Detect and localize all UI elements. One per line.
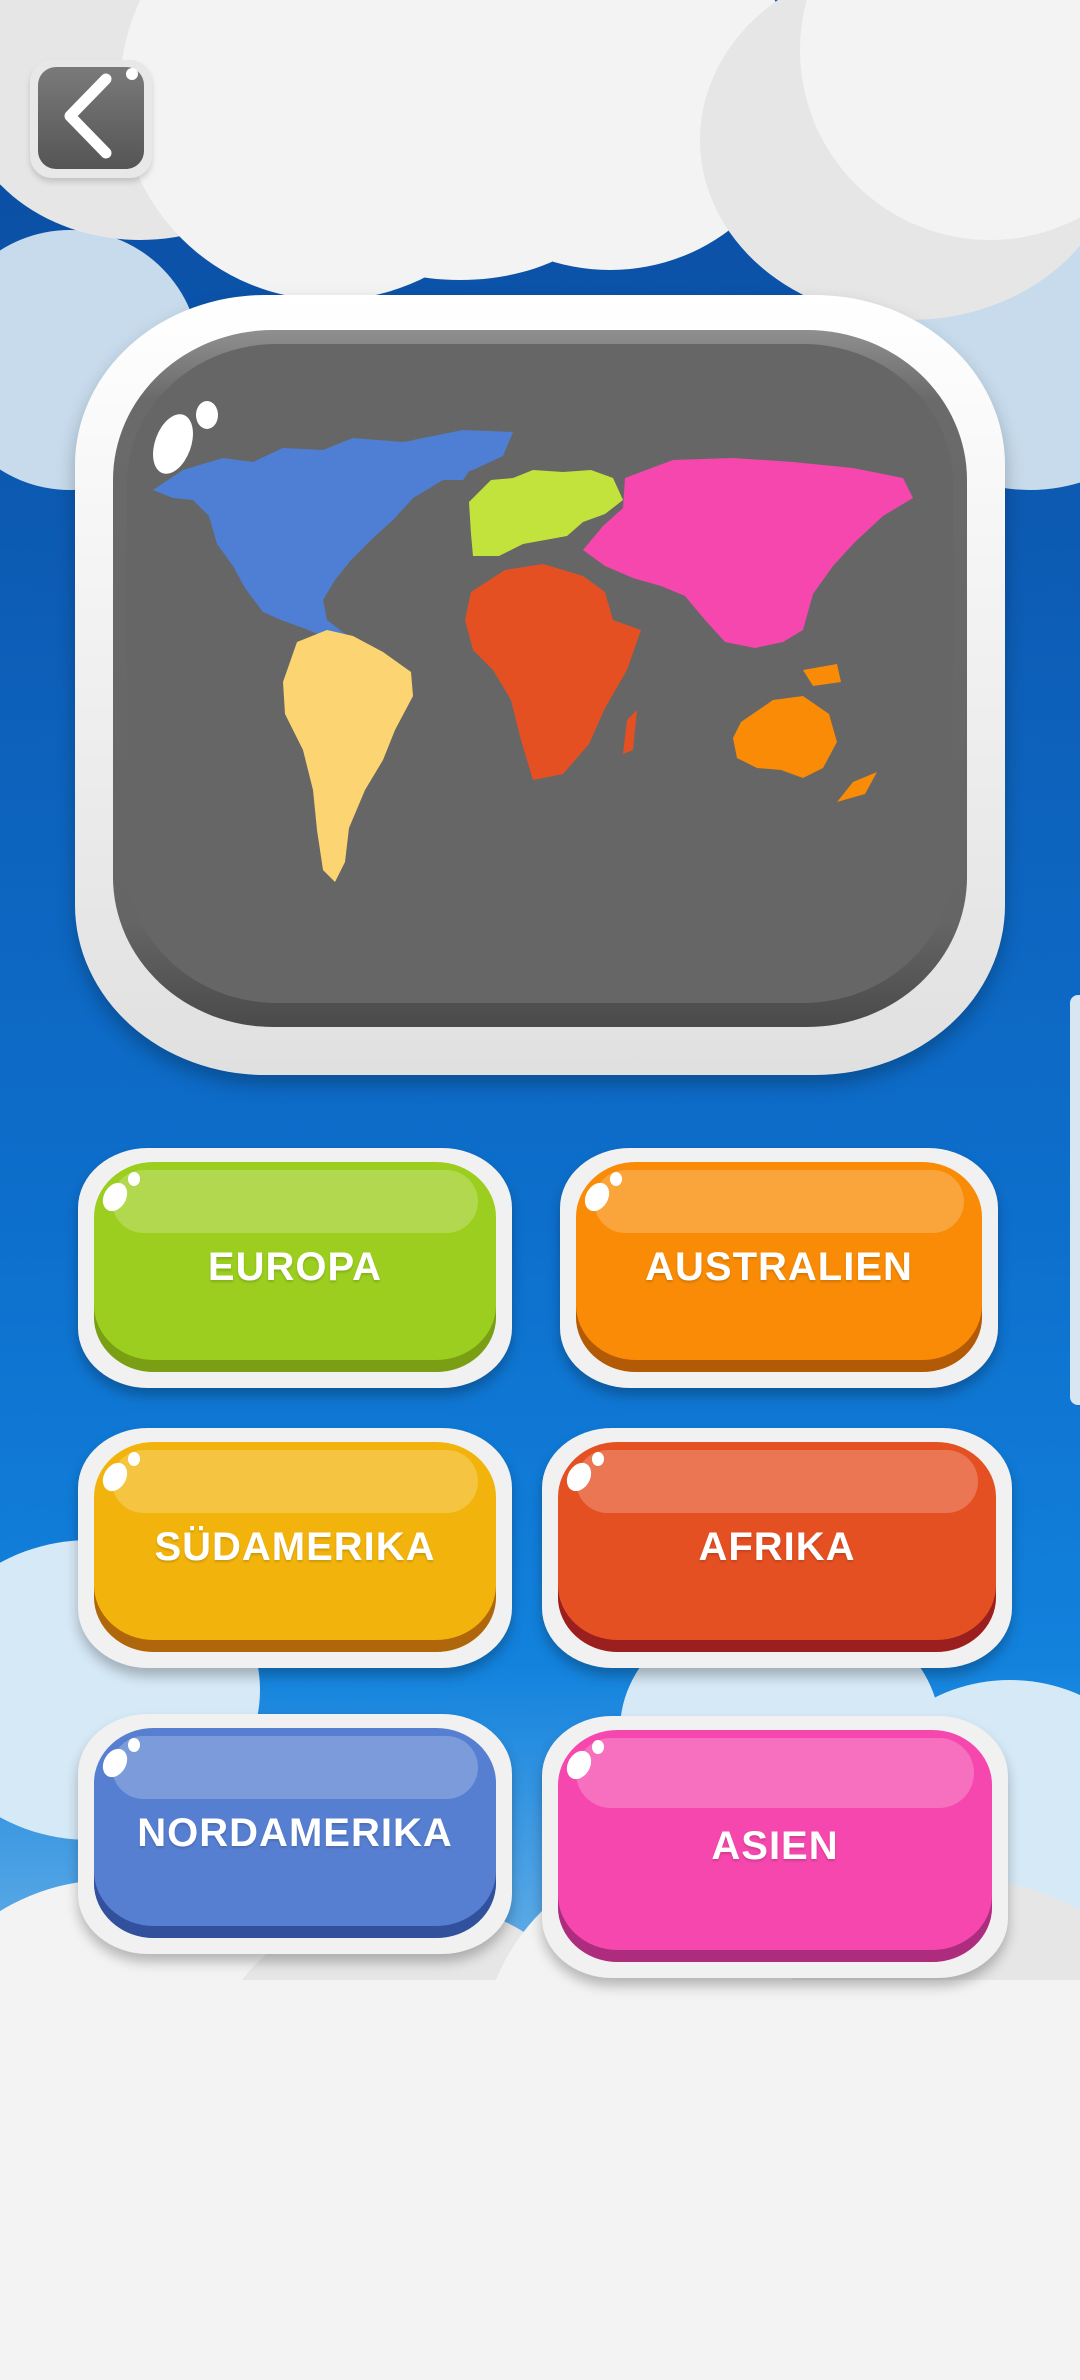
asien-label: ASIEN: [711, 1823, 839, 1868]
madagascar-shape: [623, 710, 637, 754]
new-zealand-shape: [837, 772, 877, 802]
side-tab: [1070, 995, 1080, 1405]
suedamerika-label: SÜDAMERIKA: [154, 1524, 436, 1569]
nordamerika-button[interactable]: NORDAMERIKA: [78, 1714, 512, 1954]
world-map-panel: [75, 295, 1005, 1075]
map-screen: [113, 330, 967, 1027]
suedamerika-button[interactable]: SÜDAMERIKA: [78, 1428, 512, 1668]
asia-shape: [583, 458, 913, 648]
africa-shape: [465, 564, 641, 780]
afrika-button[interactable]: AFRIKA: [542, 1428, 1012, 1668]
papua-shape: [803, 664, 841, 686]
australien-label: AUSTRALIEN: [645, 1244, 913, 1289]
world-map: [153, 430, 913, 882]
asien-button[interactable]: ASIEN: [542, 1716, 1008, 1978]
europa-button[interactable]: EUROPA: [78, 1148, 512, 1388]
afrika-label: AFRIKA: [698, 1524, 856, 1569]
chevron-left-icon: [56, 71, 126, 166]
nordamerika-label: NORDAMERIKA: [137, 1810, 453, 1855]
australien-button[interactable]: AUSTRALIEN: [560, 1148, 998, 1388]
europa-label: EUROPA: [207, 1244, 383, 1289]
australia-shape: [733, 696, 837, 778]
back-button[interactable]: [30, 60, 152, 178]
south-america-shape: [283, 630, 413, 882]
